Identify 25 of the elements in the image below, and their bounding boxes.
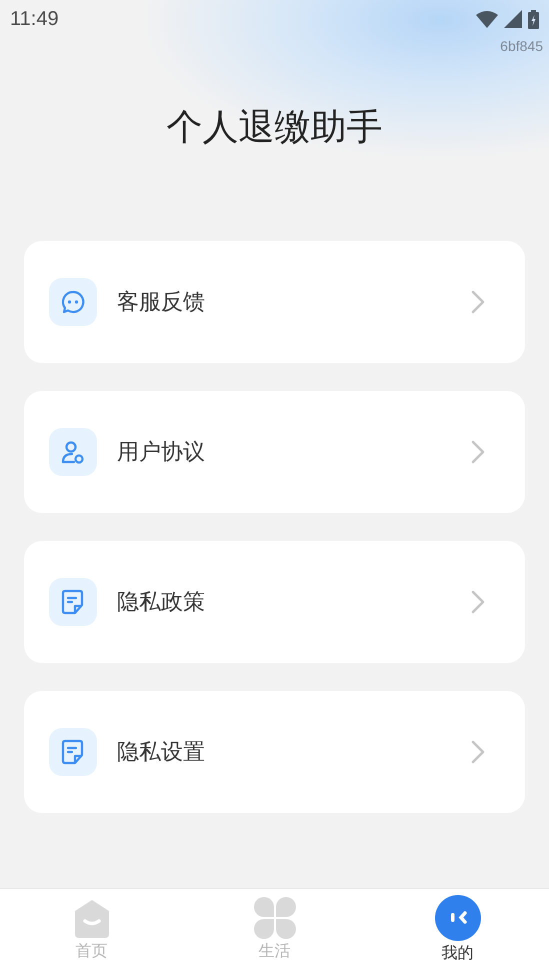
- page-title: 个人退缴助手: [166, 106, 384, 150]
- chevron-right-icon: [471, 590, 485, 614]
- user-icon: [60, 439, 86, 466]
- chat-icon: [60, 289, 86, 316]
- menu-label: 客服反馈: [117, 289, 206, 318]
- chevron-right-icon: [471, 740, 485, 764]
- document-icon: [61, 739, 85, 766]
- menu-item[interactable]: 隐私政策: [24, 541, 525, 664]
- face-icon: [434, 895, 480, 941]
- menu-item[interactable]: 用户协议: [24, 391, 525, 514]
- menu-item[interactable]: 客服反馈: [24, 241, 525, 364]
- chevron-right-icon: [471, 290, 485, 314]
- build-code: 6bf845: [500, 38, 543, 54]
- tab[interactable]: 我的: [366, 889, 549, 976]
- menu-item[interactable]: 隐私设置: [24, 691, 525, 814]
- battery-icon: [528, 10, 539, 28]
- chevron-right-icon: [471, 440, 485, 464]
- status-time: 11:49: [10, 8, 59, 30]
- menu-label: 隐私政策: [117, 589, 206, 618]
- document-icon: [61, 589, 85, 616]
- menu-label: 用户协议: [117, 439, 206, 468]
- signal-icon: [504, 10, 522, 28]
- clover-icon: [254, 897, 296, 939]
- menu-label: 隐私设置: [117, 739, 206, 768]
- wifi-icon: [476, 10, 498, 28]
